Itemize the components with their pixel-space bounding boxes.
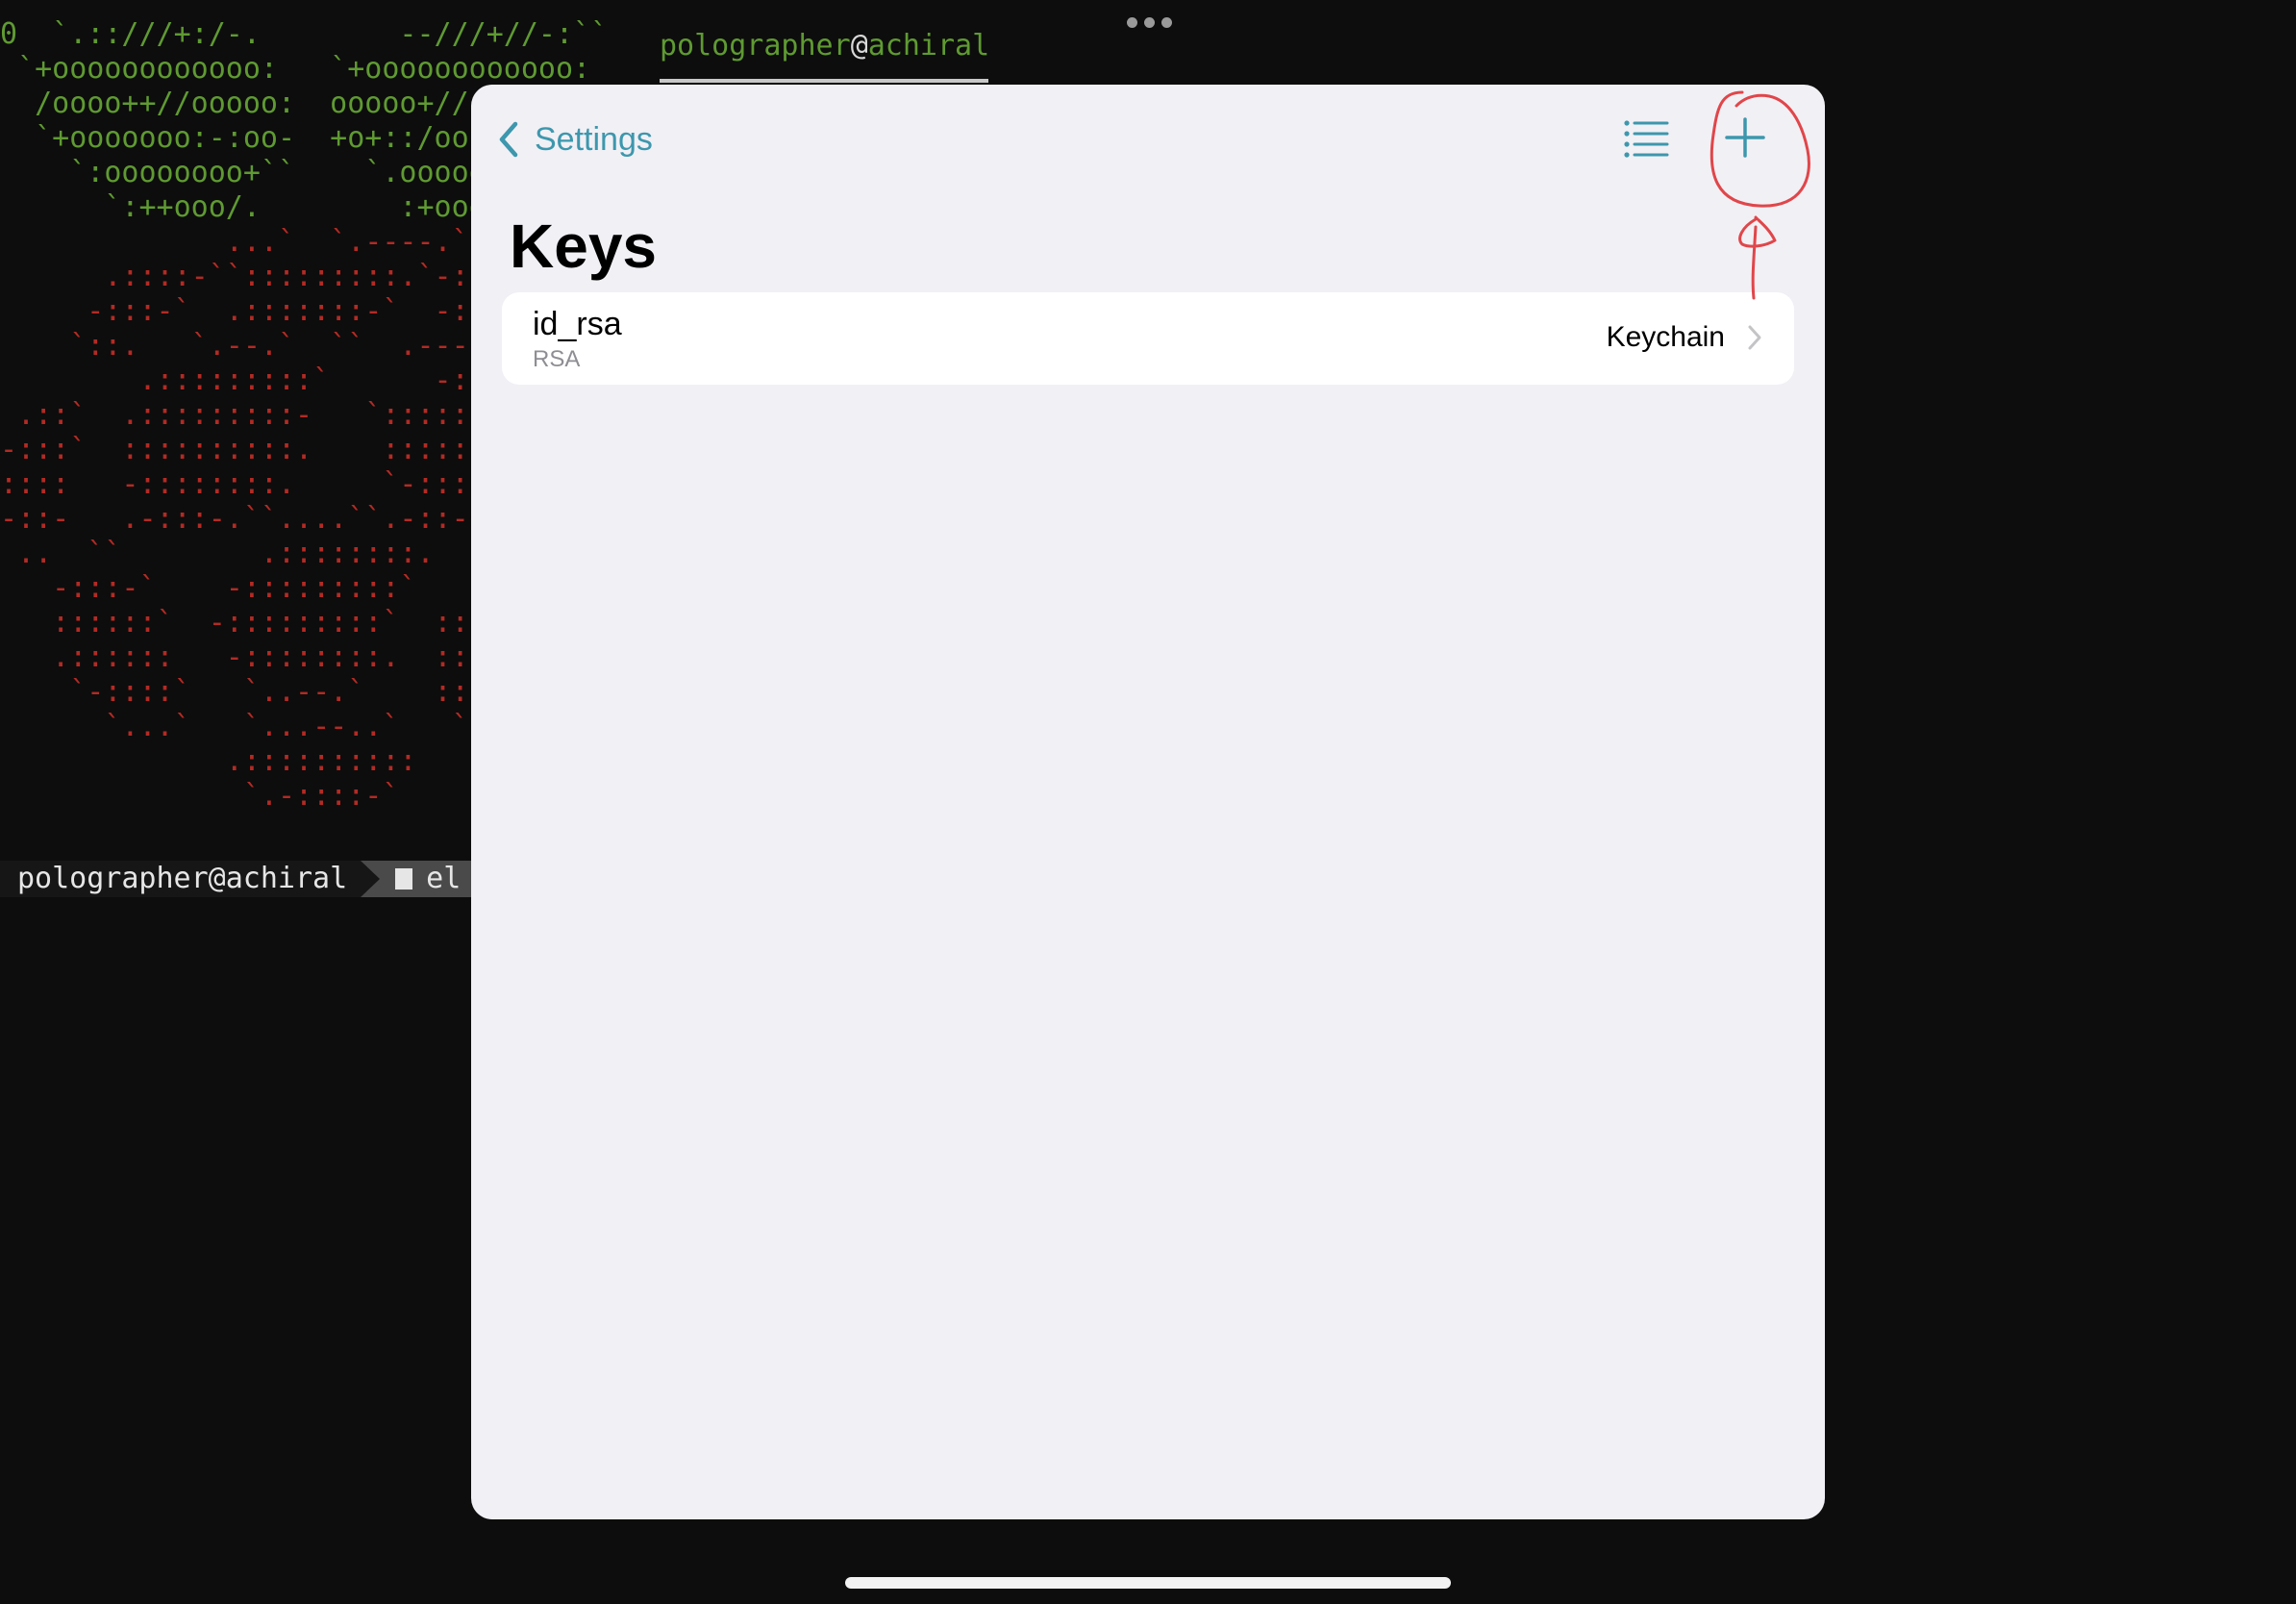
ascii-art-line: ::::::` -:::::::::` :: (0, 606, 469, 639)
ascii-art-line: `-::::` `..--.` :: (0, 675, 469, 709)
key-storage: Keychain (1606, 321, 1725, 353)
ascii-art-line: `+oooooooooooo: `+oooooooooooo: (0, 52, 591, 86)
ascii-art-line: .::::-``:::::::::.`-::: (0, 260, 504, 293)
ascii-art-line: -::- .-:::-.``....``.-::- (0, 502, 469, 536)
ascii-art-line: `...` `...--..` `. (0, 710, 487, 743)
cursor-icon (395, 868, 413, 890)
ascii-art-line: -:::-` -:::::::::` . (0, 571, 487, 605)
ascii-art-line: /oooo++//ooooo: ooooo+// (0, 87, 469, 120)
back-button-label: Settings (535, 120, 653, 158)
neofetch-host: achiral (867, 29, 990, 63)
ascii-art-line: 0 `.::///+:/-. --///+//-:`` (0, 17, 661, 51)
ascii-art-line: `:oooooooo+`` `.ooooo (0, 156, 487, 189)
multitasking-handle[interactable] (1127, 17, 1172, 28)
dot-icon (1161, 17, 1172, 28)
ascii-art-line: `:++ooo/. :+ooo (0, 190, 487, 224)
ascii-art-line: .. `` .::::::::. (0, 537, 435, 570)
ascii-art-line: `.-::::-` (0, 779, 400, 813)
home-indicator[interactable] (845, 1577, 1451, 1589)
ascii-art-line: :::: -::::::::. `-::::: (0, 467, 504, 501)
ascii-art-line: .:::::: -::::::::. :: (0, 640, 469, 674)
chevron-right-icon (1748, 325, 1761, 350)
back-button[interactable]: Settings (494, 115, 653, 163)
page-title: Keys (510, 212, 657, 281)
ascii-art-line: .:::::::::: (0, 744, 417, 778)
chevron-left-icon (499, 121, 518, 158)
prompt-directory-label: el (426, 862, 462, 895)
dot-icon (1144, 17, 1155, 28)
dot-icon (1127, 17, 1137, 28)
shell-prompt[interactable]: polographer@achiral el (0, 861, 473, 897)
ascii-art-line: `::. `.--.` `` .---. (0, 329, 487, 363)
key-type: RSA (533, 346, 581, 372)
keys-sheet: Settings Keys id_rsa RSA Keychain (471, 85, 1825, 1519)
key-name: id_rsa (533, 306, 622, 342)
key-row-id-rsa[interactable]: id_rsa RSA Keychain (502, 292, 1794, 385)
prompt-directory: el (380, 861, 473, 897)
prompt-separator (361, 861, 381, 897)
list-icon[interactable] (1623, 117, 1671, 160)
ascii-art-line: -:::` ::::::::::. :::::: (0, 433, 487, 466)
plus-icon[interactable] (1721, 113, 1769, 162)
ascii-art-line: .::` .:::::::::- `:::::: (0, 398, 487, 432)
ascii-art-line: `+ooooooo:-:oo- +o+::/oo (0, 121, 469, 155)
key-list: id_rsa RSA Keychain (502, 292, 1794, 385)
neofetch-header: polographer@achiral (660, 29, 989, 63)
neofetch-user: polographer (660, 29, 851, 63)
neofetch-at: @ (850, 29, 868, 63)
prompt-user: polographer@achiral (0, 861, 362, 897)
neofetch-underline (660, 79, 988, 83)
ascii-art-line: -:::-` .:::::::-` -:: (0, 294, 487, 328)
navigation-bar: Settings (471, 85, 1825, 190)
